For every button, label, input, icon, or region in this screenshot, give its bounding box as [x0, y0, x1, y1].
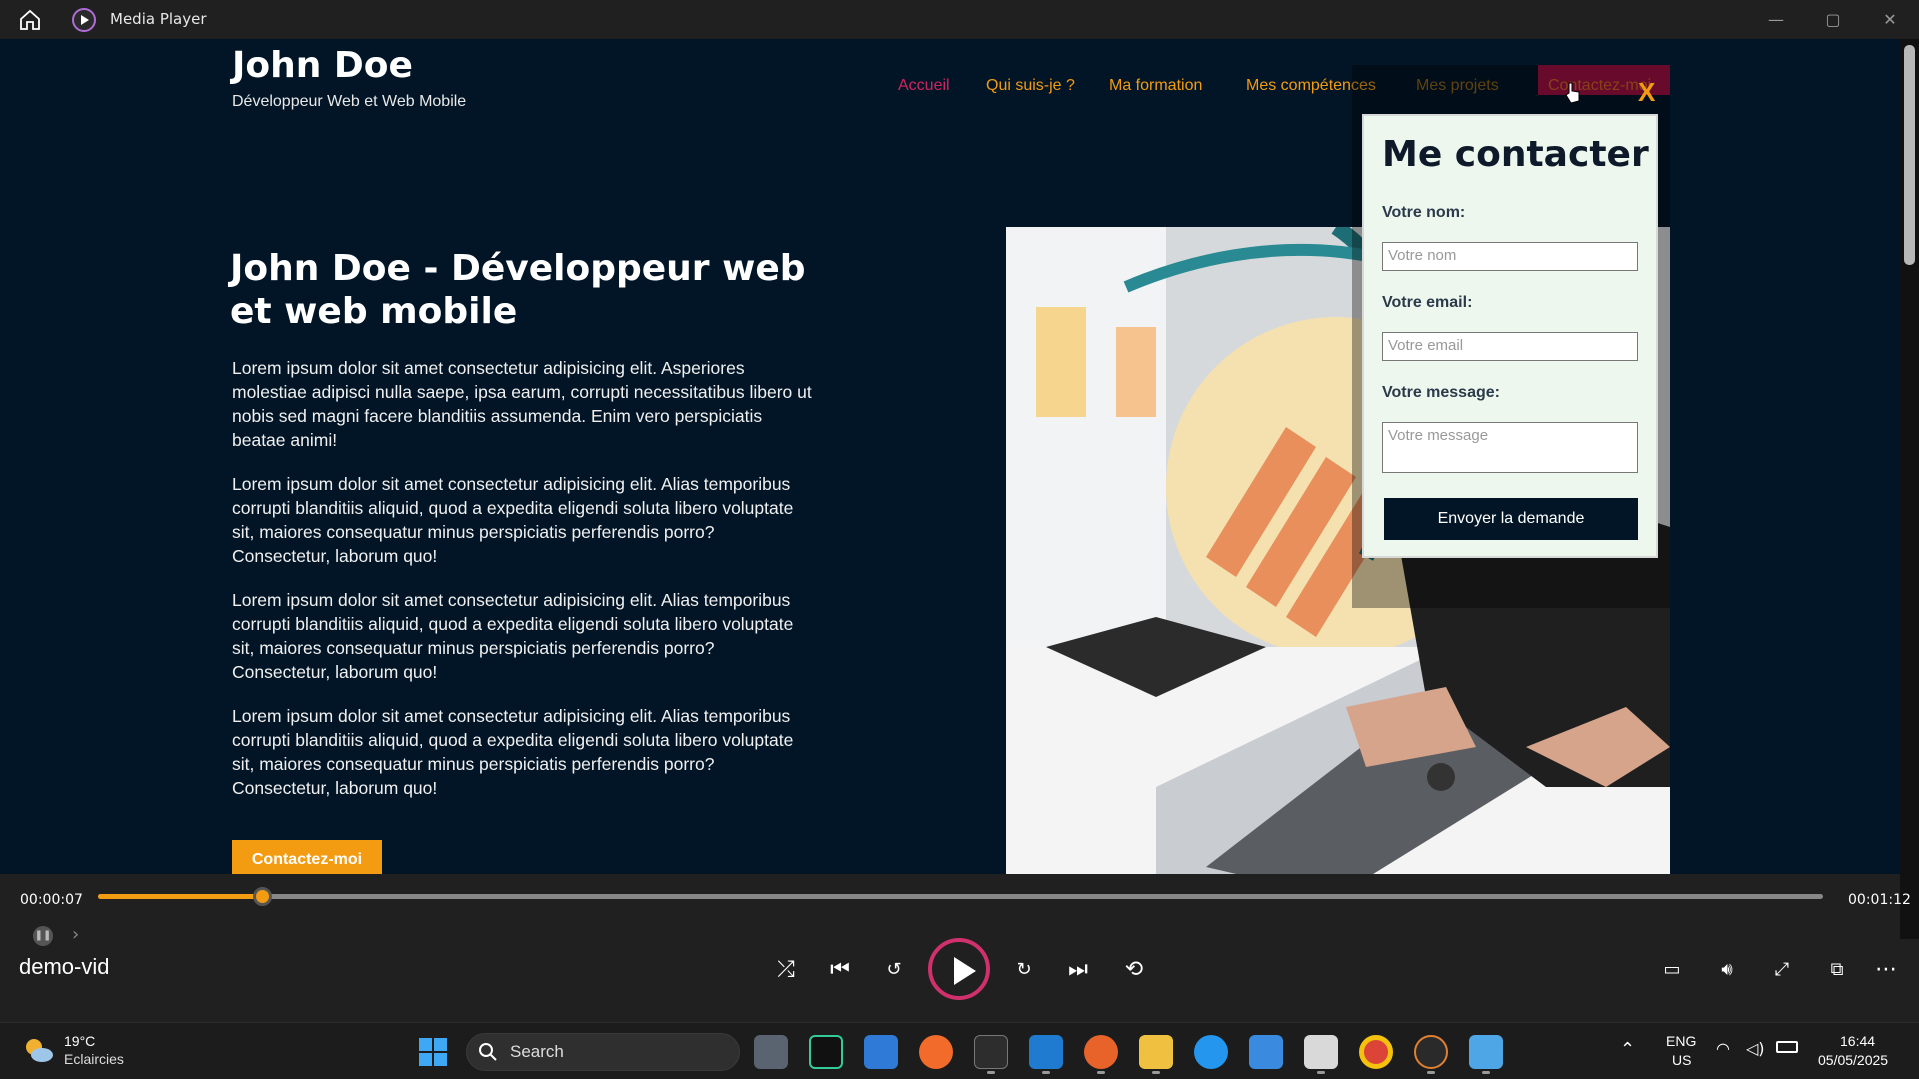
home-icon[interactable]	[18, 8, 42, 32]
seek-bar[interactable]	[98, 887, 1823, 906]
running-indicator	[987, 1071, 995, 1074]
scrollbar-thumb[interactable]	[1904, 45, 1915, 265]
player-controls: 00:00:07 00:01:12 ❚❚ › demo-vid ⤮ ⏮ ↺ ↻ …	[0, 874, 1911, 1022]
running-indicator	[1097, 1071, 1105, 1074]
app-notepad-icon[interactable]	[864, 1035, 898, 1069]
running-indicator	[1482, 1071, 1490, 1074]
previous-icon[interactable]: ⏮	[820, 950, 860, 990]
region[interactable]: US	[1672, 1052, 1691, 1068]
next-icon[interactable]: ⏭	[1058, 950, 1098, 990]
message-textarea[interactable]: Votre message	[1382, 422, 1638, 473]
wifi-icon[interactable]: ◠	[1716, 1039, 1730, 1058]
app-photos-icon[interactable]	[1249, 1035, 1283, 1069]
site-name: John Doe	[232, 45, 413, 86]
title-bar: Media Player — ▢ ✕	[0, 0, 1919, 39]
running-indicator	[1152, 1071, 1160, 1074]
app-media-player-icon[interactable]	[1414, 1035, 1448, 1069]
nav-qui-suis-je[interactable]: Qui suis-je ?	[986, 72, 1075, 100]
skip-back-10-icon[interactable]: ↺	[874, 950, 914, 990]
volume-icon[interactable]: 🔊︎	[1707, 950, 1747, 990]
vertical-scrollbar[interactable]	[1900, 39, 1919, 939]
nav-ma-formation[interactable]: Ma formation	[1109, 72, 1202, 100]
app-mongodb-icon[interactable]	[809, 1035, 843, 1069]
app-file-explorer-icon[interactable]	[1139, 1035, 1173, 1069]
play-button[interactable]	[928, 938, 990, 1000]
shuffle-icon[interactable]: ⤮	[766, 950, 806, 990]
email-input[interactable]: Votre email	[1382, 332, 1638, 361]
app-postman-icon[interactable]	[919, 1035, 953, 1069]
subtitles-icon[interactable]: ▭	[1652, 950, 1692, 990]
hero-title: John Doe - Développeur web et web mobile	[230, 248, 806, 332]
modal-title: Me contacter	[1382, 134, 1649, 175]
speaker-icon[interactable]: ◁)	[1746, 1039, 1765, 1058]
screen: Media Player — ▢ ✕ John Doe Développeur …	[0, 0, 1919, 1079]
minimize-button[interactable]: —	[1756, 4, 1796, 36]
more-options-icon[interactable]: ⋯	[1872, 950, 1900, 990]
seek-progress	[98, 894, 262, 899]
app-chrome-icon[interactable]	[1359, 1035, 1393, 1069]
battery-icon[interactable]	[1776, 1041, 1798, 1053]
message-label: Votre message:	[1382, 384, 1500, 401]
chevron-right-icon[interactable]: ›	[72, 924, 79, 945]
seek-handle[interactable]	[252, 887, 272, 906]
mini-player-icon[interactable]: ⧉	[1817, 950, 1857, 990]
name-label: Votre nom:	[1382, 204, 1466, 221]
submit-button[interactable]: Envoyer la demande	[1384, 498, 1638, 540]
app-docker-icon[interactable]	[1194, 1035, 1228, 1069]
clock-date[interactable]: 05/05/2025	[1818, 1052, 1888, 1068]
media-player-logo-icon	[72, 8, 96, 32]
language[interactable]: ENG	[1666, 1033, 1696, 1049]
app-paint-icon[interactable]	[1469, 1035, 1503, 1069]
current-time: 00:00:07	[20, 892, 83, 908]
windows-start-icon[interactable]	[418, 1037, 448, 1067]
running-indicator	[1042, 1071, 1050, 1074]
running-indicator	[1427, 1071, 1435, 1074]
running-indicator	[1317, 1071, 1325, 1074]
hand-cursor-icon	[1565, 82, 1580, 104]
app-vscode-icon[interactable]	[1029, 1035, 1063, 1069]
contact-modal: Me contacter Votre nom: Votre nom Votre …	[1362, 114, 1658, 558]
clock-time[interactable]: 16:44	[1840, 1033, 1875, 1049]
taskbar: 19°C Eclaircies Search ⌃ ENG US ◠ ◁) 16:…	[0, 1022, 1919, 1079]
video-frame[interactable]: John Doe Développeur Web et Web Mobile A…	[0, 39, 1900, 874]
app-snipping-tool-icon[interactable]	[1304, 1035, 1338, 1069]
chevron-up-icon[interactable]: ⌃	[1620, 1039, 1635, 1060]
video-title: demo-vid	[19, 954, 110, 979]
email-label: Votre email:	[1382, 294, 1473, 311]
site-tagline: Développeur Web et Web Mobile	[232, 93, 467, 110]
task-view-icon[interactable]	[754, 1035, 788, 1069]
taskbar-search-box[interactable]	[466, 1033, 740, 1071]
nav-accueil[interactable]: Accueil	[898, 72, 950, 100]
maximize-button[interactable]: ▢	[1813, 4, 1853, 36]
weather-description: Eclaircies	[64, 1051, 124, 1067]
contact-cta-button[interactable]: Contactez-moi	[232, 840, 382, 874]
repeat-off-icon[interactable]: ⟲	[1114, 950, 1154, 990]
hero-paragraph-3: Lorem ipsum dolor sit amet consectetur a…	[232, 590, 794, 682]
fullscreen-icon[interactable]: ⤢	[1762, 950, 1802, 990]
app-firefox-icon[interactable]	[1084, 1035, 1118, 1069]
app-terminal-icon[interactable]	[974, 1035, 1008, 1069]
hero-paragraph-2: Lorem ipsum dolor sit amet consectetur a…	[232, 474, 794, 566]
app-title: Media Player	[110, 10, 207, 28]
total-time: 00:01:12	[1848, 892, 1911, 908]
search-label: Search	[510, 1042, 564, 1061]
modal-close-button[interactable]: X	[1638, 77, 1655, 108]
name-input[interactable]: Votre nom	[1382, 242, 1638, 271]
skip-forward-30-icon[interactable]: ↻	[1004, 950, 1044, 990]
mini-pause-icon[interactable]: ❚❚	[33, 926, 53, 946]
hero-paragraph-4: Lorem ipsum dolor sit amet consectetur a…	[232, 706, 794, 798]
close-button[interactable]: ✕	[1870, 4, 1910, 36]
hero-paragraph-1: Lorem ipsum dolor sit amet consectetur a…	[232, 358, 812, 450]
search-icon	[479, 1043, 497, 1061]
weather-partly-sunny-icon	[26, 1039, 53, 1062]
weather-temperature: 19°C	[64, 1033, 96, 1049]
